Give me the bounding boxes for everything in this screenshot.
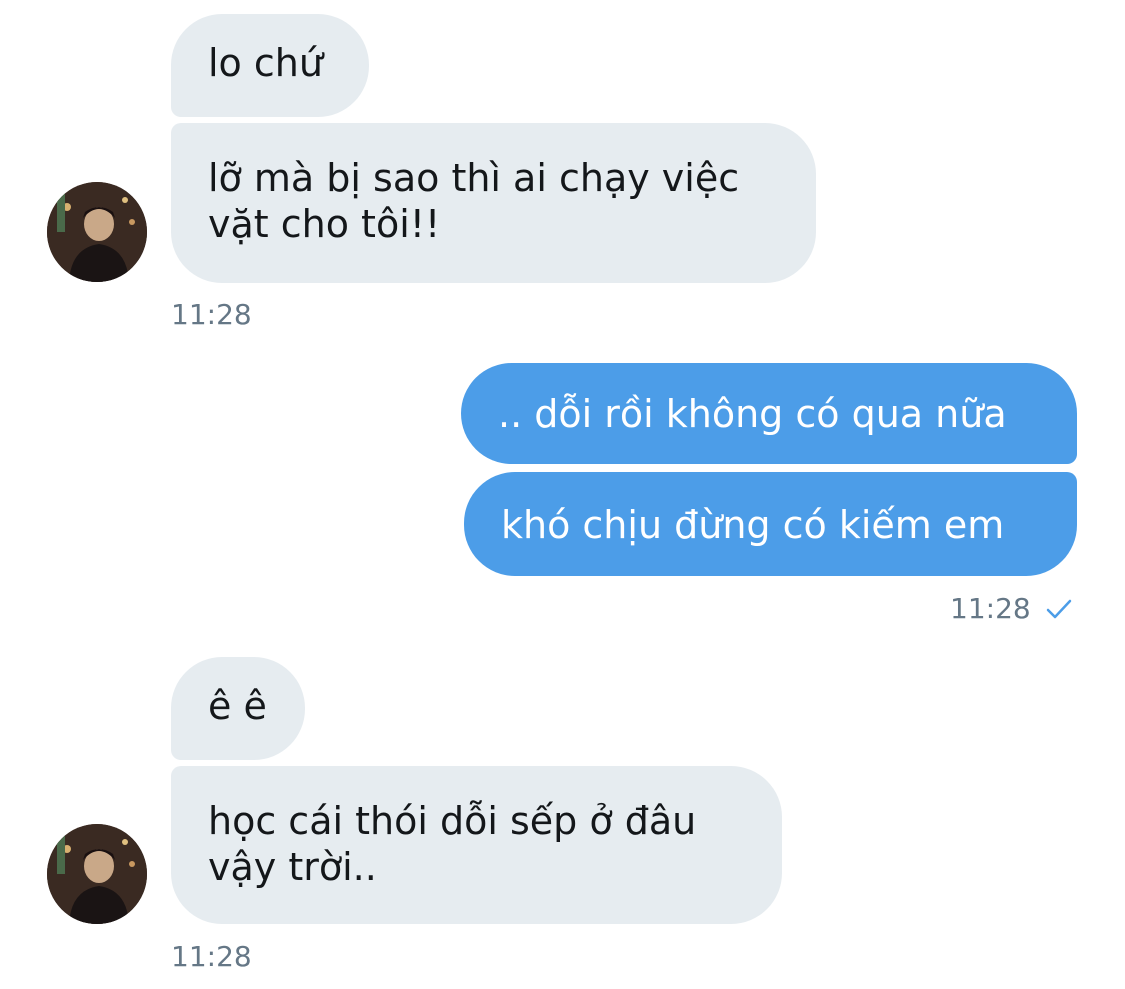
message-text: lo chứ <box>208 41 323 85</box>
message-timestamp: 11:28 <box>171 940 252 973</box>
checkmark-icon <box>1046 599 1072 619</box>
message-text-line: vậy trời.. <box>208 845 377 889</box>
message-bubble-incoming[interactable]: lỡ mà bị sao thì ai chạy việc vặt cho tô… <box>171 123 816 283</box>
message-text: ê ê <box>208 684 267 728</box>
message-text: khó chịu đừng có kiếm em <box>501 503 1005 547</box>
message-timestamp: 11:28 <box>950 592 1031 625</box>
message-bubble-outgoing[interactable]: khó chịu đừng có kiếm em <box>464 472 1077 576</box>
message-bubble-outgoing[interactable]: .. dỗi rồi không có qua nữa <box>461 363 1077 464</box>
profile-photo-icon <box>47 182 147 282</box>
profile-photo-icon <box>47 824 147 924</box>
message-timestamp: 11:28 <box>171 298 252 331</box>
message-text: .. dỗi rồi không có qua nữa <box>498 392 1007 436</box>
avatar[interactable] <box>47 824 147 924</box>
message-bubble-incoming[interactable]: lo chứ <box>171 14 369 117</box>
message-text-line: lỡ mà bị sao thì ai chạy việc <box>208 156 740 200</box>
message-bubble-incoming[interactable]: học cái thói dỗi sếp ở đâu vậy trời.. <box>171 766 782 924</box>
message-bubble-incoming[interactable]: ê ê <box>171 657 305 760</box>
message-text-line: vặt cho tôi!! <box>208 202 441 246</box>
avatar[interactable] <box>47 182 147 282</box>
message-text-line: học cái thói dỗi sếp ở đâu <box>208 799 697 843</box>
